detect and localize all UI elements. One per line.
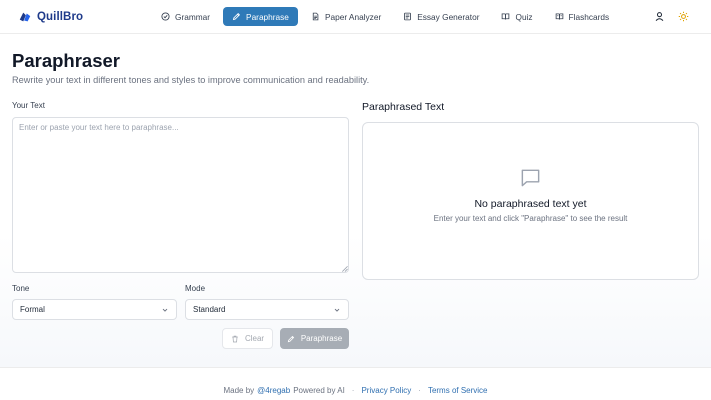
user-icon[interactable] [654,11,665,22]
privacy-policy-link[interactable]: Privacy Policy [361,386,411,395]
footer-line: Made by @4regab Powered by AI · Privacy … [0,386,711,395]
essay-icon [404,12,412,21]
brand[interactable]: QuillBro [18,8,83,26]
footer-separator: · [418,386,421,395]
document-icon [312,12,319,21]
clear-button[interactable]: Clear [222,328,273,349]
flashcards-icon [555,13,563,20]
main-nav: Grammar Paraphrase Paper Analyzer Essay … [152,7,618,26]
book-icon [502,13,510,20]
message-square-icon [521,169,540,187]
footer: Made by @4regab Powered by AI · Privacy … [0,367,711,400]
nav-item-grammar[interactable]: Grammar [152,7,219,26]
resize-handle-icon[interactable] [341,265,348,272]
input-label: Your Text [12,101,45,110]
footer-author-link[interactable]: @4regab [257,386,290,395]
sun-icon[interactable] [678,11,689,22]
pencil-icon [287,335,294,342]
nav-item-essay-generator[interactable]: Essay Generator [394,7,488,26]
nav-item-paraphrase[interactable]: Paraphrase [223,7,298,26]
paraphrase-button[interactable]: Paraphrase [280,328,349,349]
tone-select[interactable]: Formal [12,299,177,320]
page-subtitle: Rewrite your text in different tones and… [12,75,370,85]
nav-item-flashcards[interactable]: Flashcards [546,7,619,26]
chevron-down-icon [162,308,168,312]
nav-item-paper-analyzer[interactable]: Paper Analyzer [302,7,390,26]
mode-select-value: Standard [193,305,226,314]
footer-powered-by: Powered by AI [293,386,345,395]
brand-logo-icon [19,12,31,22]
pencil-icon [232,12,241,21]
footer-separator: · [351,386,355,395]
mode-select[interactable]: Standard [185,299,349,320]
mode-label: Mode [185,284,206,293]
page-title: Paraphraser [12,50,120,71]
nav-item-label: Paraphrase [246,11,289,22]
nav-item-label: Grammar [175,11,211,22]
top-navigation-bar: QuillBro Grammar Paraphrase Paper Analyz… [0,0,711,34]
text-input[interactable] [12,117,349,273]
trash-icon [232,335,238,342]
paraphrase-button-label: Paraphrase [300,334,343,343]
nav-item-label: Essay Generator [417,11,480,22]
tone-select-value: Formal [20,305,45,314]
nav-item-quiz[interactable]: Quiz [492,7,541,26]
nav-item-label: Quiz [515,11,533,22]
empty-state-subtitle: Enter your text and click "Paraphrase" t… [433,214,628,223]
nav-item-label: Paper Analyzer [324,11,382,22]
brand-name: QuillBro [37,11,84,23]
clear-button-label: Clear [244,334,265,343]
chevron-down-icon [334,308,340,312]
check-circle-icon [161,12,170,21]
result-heading: Paraphrased Text [362,101,445,113]
nav-item-label: Flashcards [568,11,610,22]
terms-of-service-link[interactable]: Terms of Service [428,386,488,395]
tone-label: Tone [12,284,30,293]
empty-state-title: No paraphrased text yet [474,198,587,210]
footer-made-by: Made by [223,386,255,395]
